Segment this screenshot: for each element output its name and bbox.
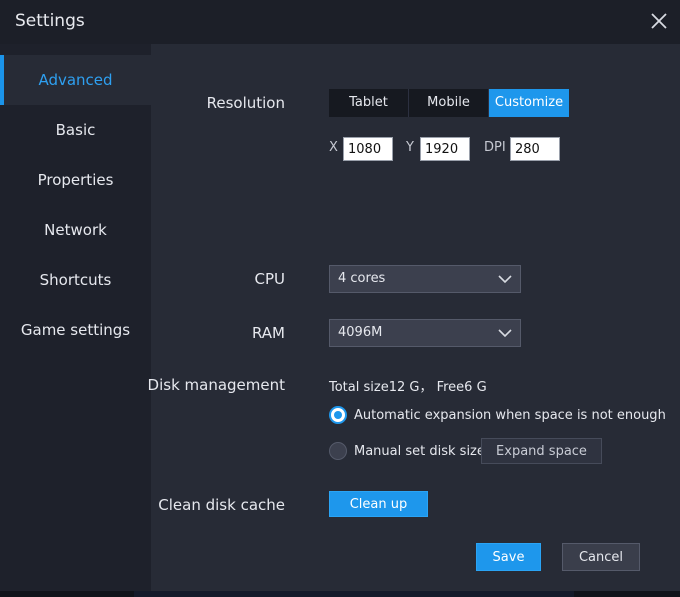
ram-label: RAM	[251, 324, 285, 342]
window-title: Settings	[15, 11, 85, 31]
close-button[interactable]	[646, 8, 672, 34]
cpu-select-value: 4 cores	[338, 271, 386, 286]
sidebar-item-shortcuts[interactable]: Shortcuts	[0, 255, 151, 305]
manual-disk-size-label: Manual set disk size	[354, 443, 485, 459]
auto-expansion-option[interactable]: Automatic expansion when space is not en…	[329, 406, 666, 424]
resolution-x-input[interactable]	[343, 137, 393, 161]
cancel-button[interactable]: Cancel	[562, 543, 640, 571]
resolution-tablet-option[interactable]: Tablet	[329, 89, 409, 117]
settings-window: Settings Advanced Basic Properties Netwo…	[0, 0, 680, 597]
clean-up-button[interactable]: Clean up	[329, 491, 428, 517]
resolution-label: Resolution	[206, 94, 285, 112]
resolution-mode-selector: Tablet Mobile Customize	[329, 89, 569, 117]
sidebar-item-basic[interactable]: Basic	[0, 105, 151, 155]
manual-disk-size-option[interactable]: Manual set disk size	[329, 442, 485, 460]
close-icon	[651, 13, 667, 29]
cpu-select[interactable]: 4 cores	[329, 265, 521, 293]
chevron-down-icon	[498, 275, 512, 284]
sidebar-item-properties[interactable]: Properties	[0, 155, 151, 205]
resolution-customize-option[interactable]: Customize	[489, 89, 569, 117]
radio-unselected-icon[interactable]	[329, 442, 347, 460]
y-label: Y	[406, 140, 414, 155]
expand-space-button[interactable]: Expand space	[481, 438, 602, 464]
save-button[interactable]: Save	[476, 543, 541, 571]
resolution-dpi-input[interactable]	[510, 137, 560, 161]
ram-select[interactable]: 4096M	[329, 319, 521, 347]
sidebar-item-network[interactable]: Network	[0, 205, 151, 255]
dpi-label: DPI	[484, 140, 506, 155]
sidebar-item-advanced[interactable]: Advanced	[0, 55, 151, 105]
bottom-edge	[0, 591, 680, 597]
cpu-label: CPU	[254, 270, 286, 288]
sidebar: Advanced Basic Properties Network Shortc…	[0, 44, 151, 591]
sidebar-item-game-settings[interactable]: Game settings	[0, 305, 151, 355]
disk-management-label: Disk management	[147, 376, 285, 394]
clean-disk-cache-label: Clean disk cache	[158, 496, 285, 514]
radio-selected-icon[interactable]	[329, 406, 347, 424]
auto-expansion-label: Automatic expansion when space is not en…	[354, 407, 666, 423]
title-bar: Settings	[0, 0, 680, 44]
resolution-mobile-option[interactable]: Mobile	[409, 89, 489, 117]
resolution-y-input[interactable]	[420, 137, 470, 161]
disk-size-info: Total size12 G， Free6 G	[329, 380, 487, 395]
ram-select-value: 4096M	[338, 325, 383, 340]
x-label: X	[329, 140, 338, 155]
chevron-down-icon	[498, 329, 512, 338]
